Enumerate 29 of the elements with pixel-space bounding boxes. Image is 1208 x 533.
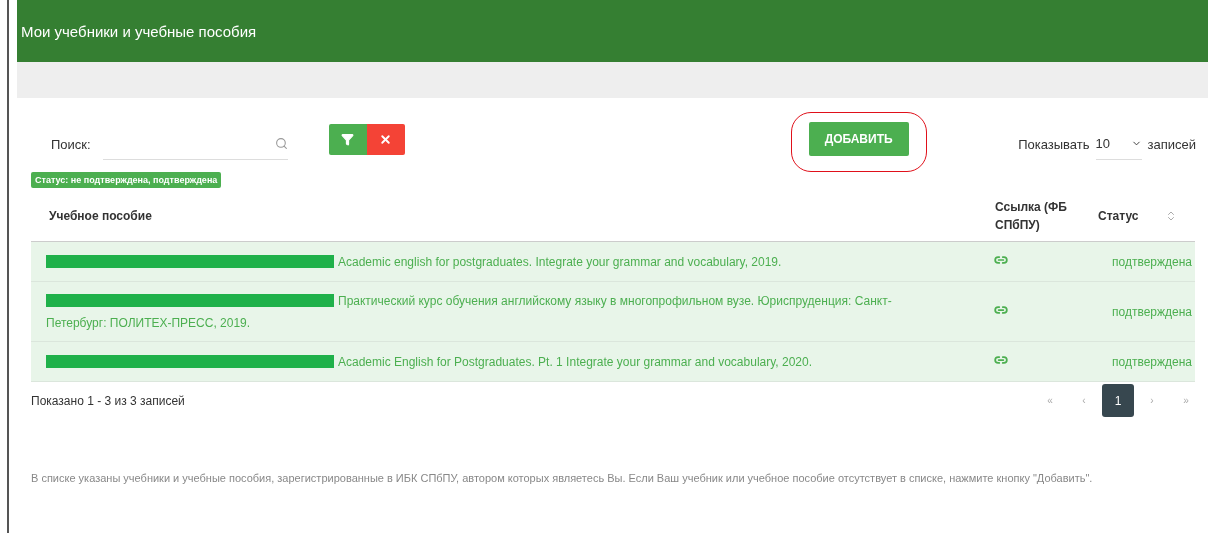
book-title-link[interactable]: Academic english for postgraduates. Integrate your grammar and vocabulary, 2019. (46, 250, 992, 273)
page-size-select[interactable]: 10 (1095, 128, 1142, 160)
page-button[interactable]: ‹ (1068, 384, 1100, 417)
add-button[interactable]: ДОБАВИТЬ (808, 122, 909, 156)
page-size-label: записей (1147, 136, 1196, 152)
page-title: Мои учебники и учебные пособия (21, 22, 257, 40)
close-icon (379, 132, 393, 146)
filter-tag: Статус: не подтверждена, подтверждена (31, 172, 222, 188)
sort-icon[interactable] (1165, 209, 1177, 222)
page-button[interactable]: » (1170, 384, 1202, 417)
search-label: Поиск: (51, 136, 91, 152)
clear-filter-button[interactable] (366, 123, 405, 155)
page-button[interactable]: « (1034, 384, 1066, 417)
book-title-link[interactable]: Academic English for Postgraduates. Pt. 1 Integrate your grammar and vocabulary, 2020. (46, 350, 992, 373)
column-header[interactable]: Статус (1098, 206, 1139, 225)
filter-icon (341, 132, 355, 146)
column-header: Учебное пособие (49, 207, 153, 225)
page-button[interactable]: › (1136, 384, 1168, 417)
filter-button[interactable] (328, 123, 367, 155)
status-text: подтверждена (1111, 254, 1193, 269)
column-header: Ссылка (ФБ СПбПУ) (995, 198, 1068, 234)
info-note: В списке указаны учебники и учебные пособия, зарегистрированные в ИБК СПбПУ, автором которых являетесь Вы. Если Ваш учебник или учебное пособие отсутствует в списке, нажмите кнопку "Добавить". (31, 471, 1094, 486)
search-icon (274, 137, 288, 150)
records-summary: Показано 1 - 3 из 3 записей (31, 393, 185, 408)
page-button[interactable]: 1 (1102, 384, 1134, 417)
status-text: подтверждена (1111, 354, 1193, 369)
book-title-link[interactable]: Практический курс обучения английскому языку в многопрофильном вузе. Юриспруденция: Санкт-Петербург: ПОЛИТЕХ-ПРЕСС, 2019. (46, 289, 992, 334)
page-size-label: Показывать (1018, 136, 1090, 152)
status-text: подтверждена (1111, 304, 1193, 319)
